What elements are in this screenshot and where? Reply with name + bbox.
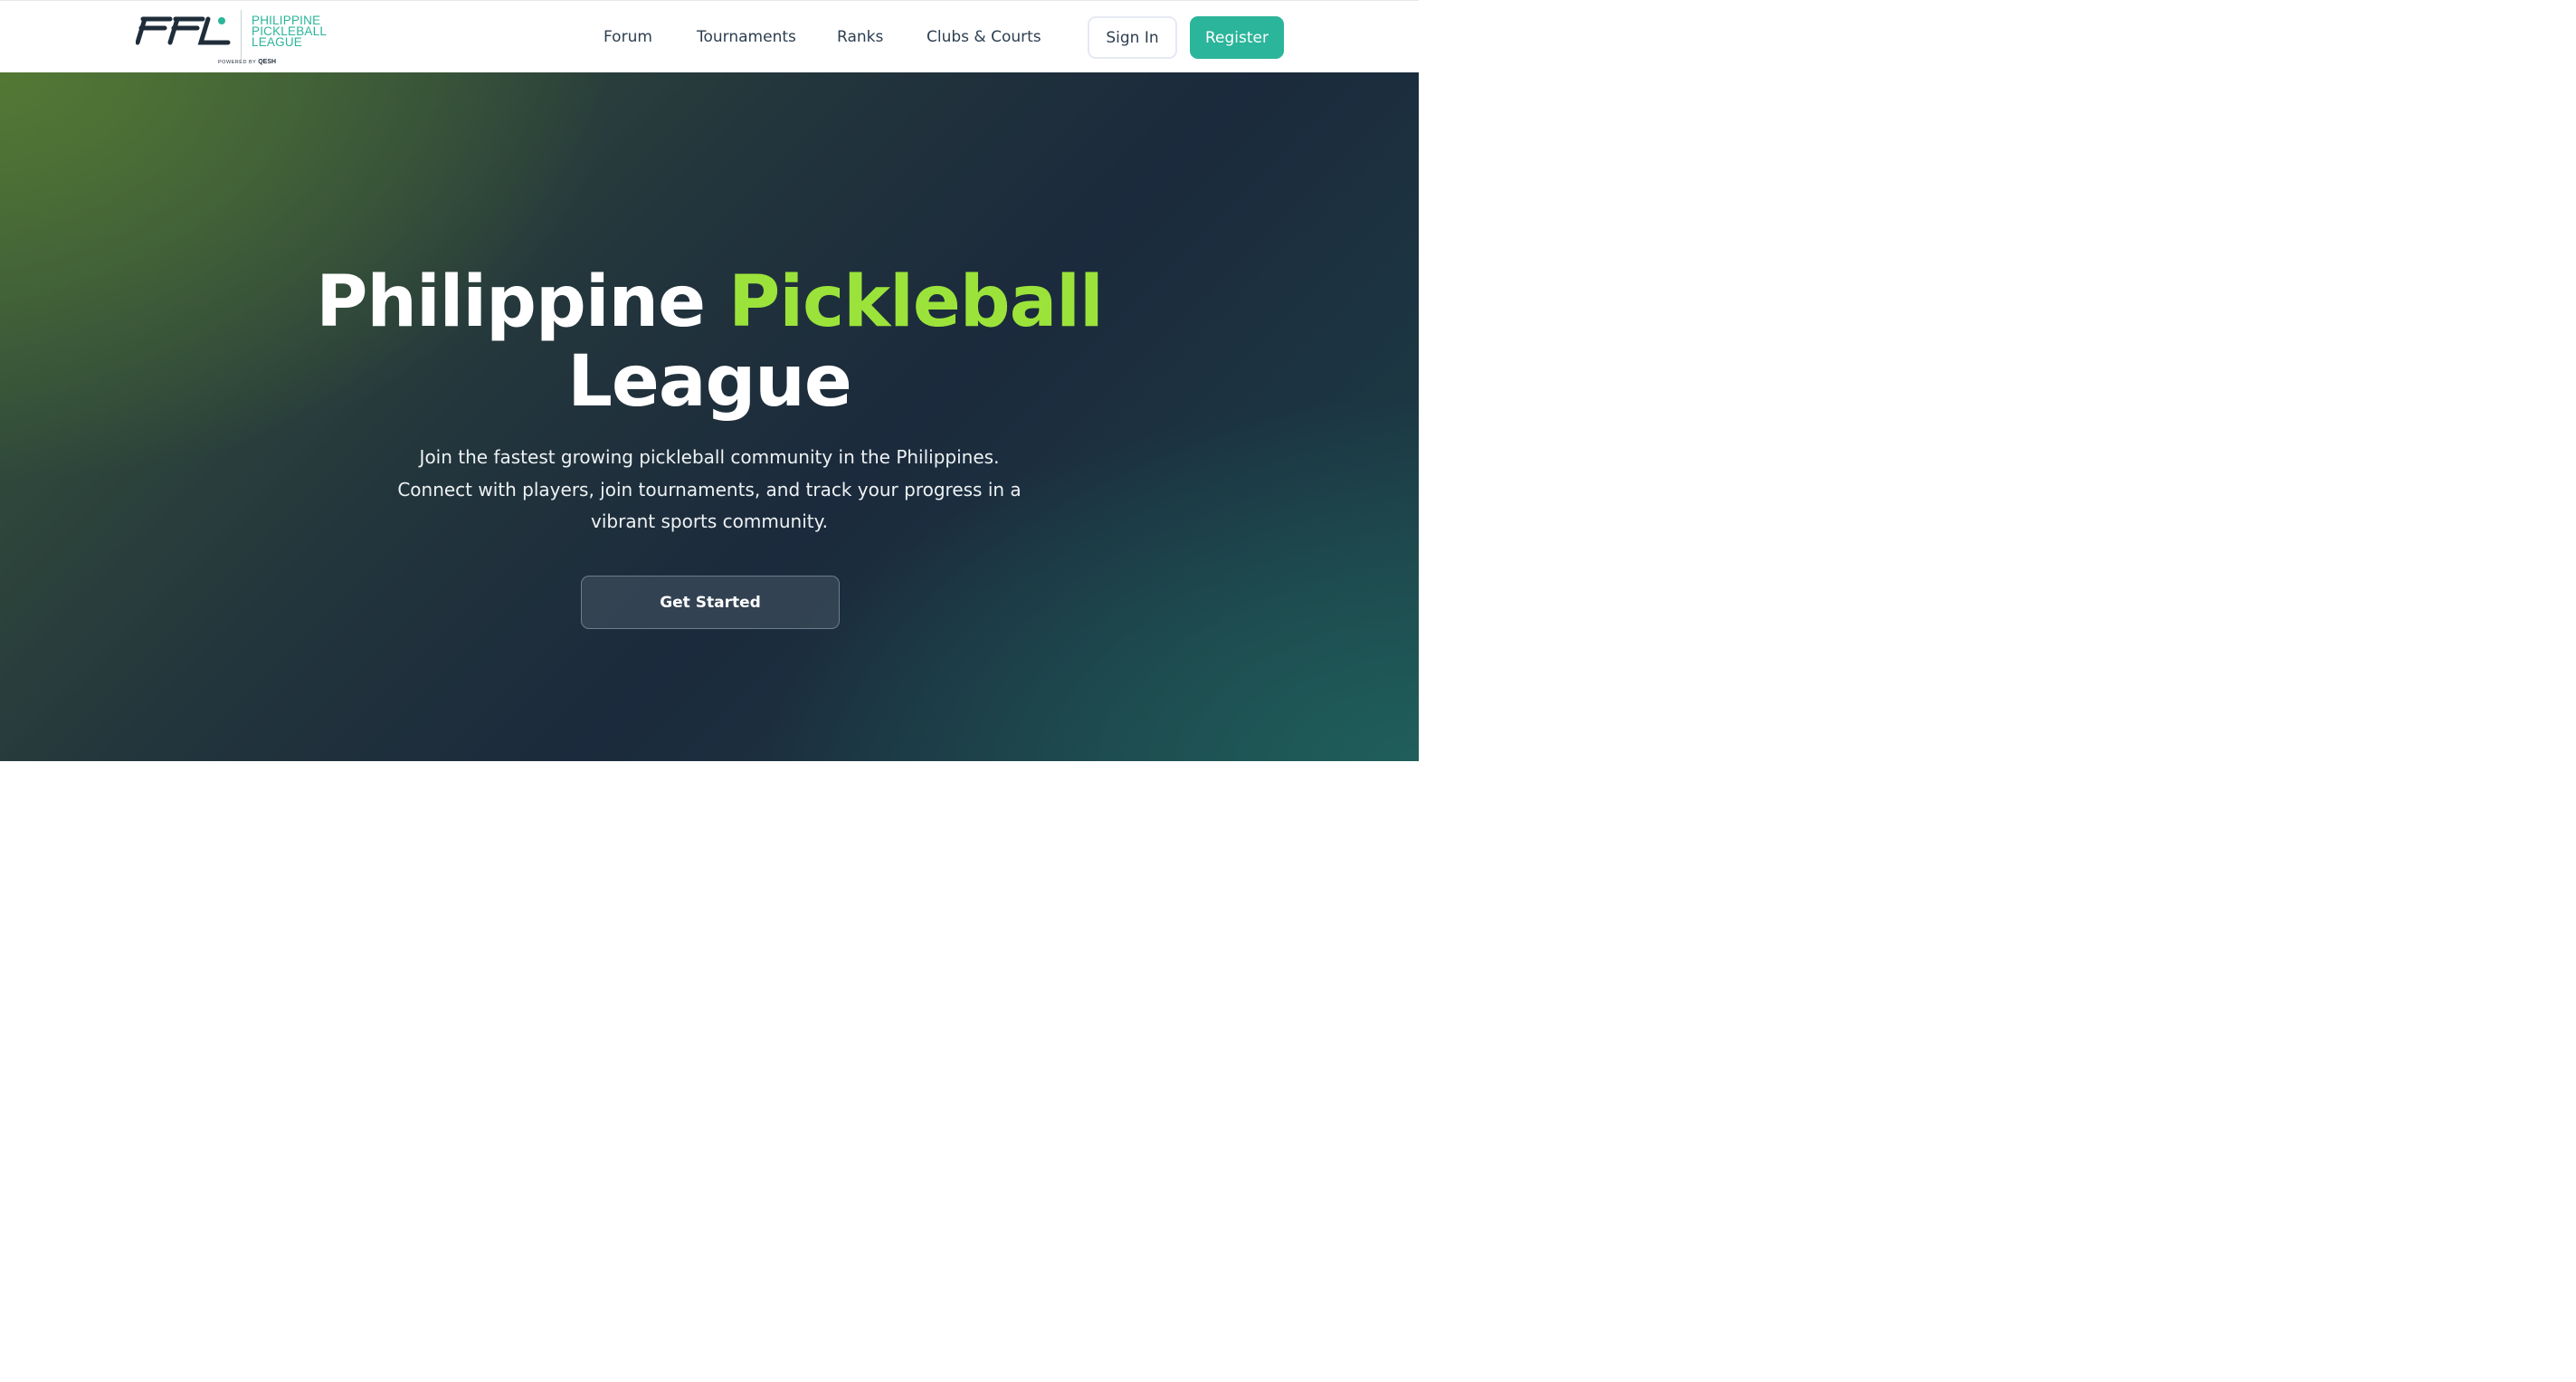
top-navbar: PHILIPPINE PICKLEBALL LEAGUE POWERED BY …: [0, 0, 1419, 72]
ppl-logo-mark-icon: [136, 16, 231, 45]
get-started-button[interactable]: Get Started: [581, 576, 840, 629]
logo-line-3: LEAGUE: [252, 35, 302, 49]
nav-clubs-courts[interactable]: Clubs & Courts: [927, 28, 1041, 46]
nav-tournaments[interactable]: Tournaments: [697, 28, 796, 46]
logo-divider: [241, 10, 242, 61]
logo-wordmark: PHILIPPINE PICKLEBALL LEAGUE: [252, 14, 327, 49]
ppl-logo[interactable]: PHILIPPINE PICKLEBALL LEAGUE POWERED BY …: [136, 10, 353, 68]
hero-title: Philippine Pickleball League: [0, 262, 1419, 422]
hero-title-accent: Pickleball: [728, 262, 1104, 343]
powered-by-brand: QESH: [258, 59, 277, 65]
powered-by-label: POWERED BY QESH: [218, 59, 276, 65]
hero-section: Philippine Pickleball League Join the fa…: [0, 72, 1419, 761]
hero-title-part1: Philippine: [316, 262, 706, 343]
nav-forum[interactable]: Forum: [604, 28, 652, 46]
hero-subtitle: Join the fastest growing pickleball comm…: [397, 446, 1022, 532]
register-button[interactable]: Register: [1190, 16, 1284, 59]
nav-ranks[interactable]: Ranks: [837, 28, 883, 46]
powered-by-text: POWERED BY: [218, 60, 257, 65]
hero-title-part2: League: [567, 341, 852, 423]
sign-in-button[interactable]: Sign In: [1088, 16, 1177, 59]
